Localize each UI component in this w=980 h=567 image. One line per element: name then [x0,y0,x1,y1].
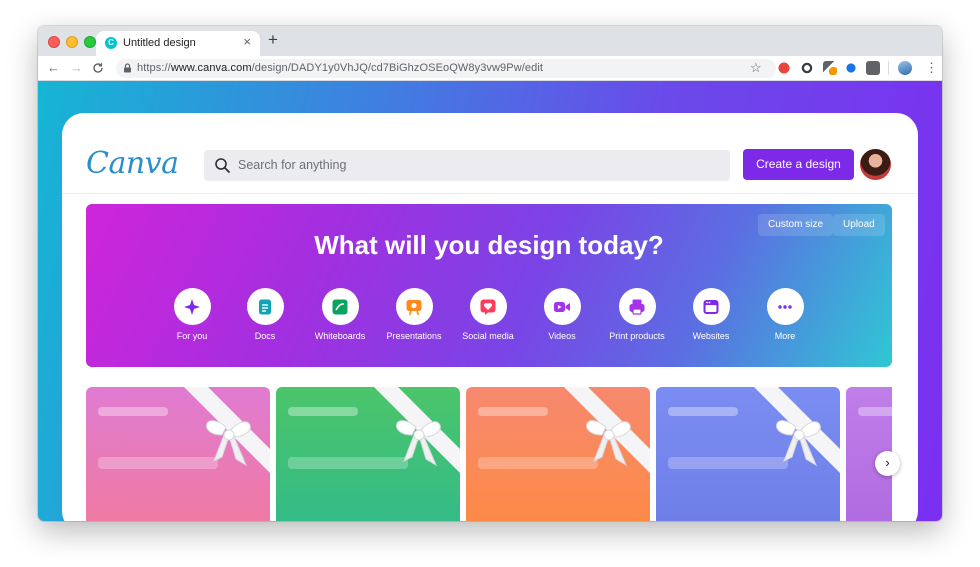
ext-tool-icon[interactable] [823,61,837,75]
category-for-you[interactable]: For you [152,288,232,341]
new-tab-button[interactable]: + [268,30,278,50]
hero-title: What will you design today? [314,230,664,260]
category-more[interactable]: More [745,288,825,341]
close-window-button[interactable] [48,36,60,48]
category-label: Social media [462,331,514,341]
category-circle [321,288,359,325]
category-circle [173,288,211,325]
canva-favicon-icon: C [105,37,117,49]
url-prefix: https:// [137,62,171,74]
close-tab-icon[interactable]: × [243,35,251,49]
video-icon [554,301,570,312]
search-input[interactable]: Search for anything [204,150,730,181]
template-tile[interactable] [656,387,840,521]
hero-banner: Custom size Upload What will you design … [86,204,892,367]
avatar[interactable] [860,149,891,180]
lock-icon [124,63,131,73]
browser-toolbar: ← → https://www.canva.com/design/DADY1y0… [38,56,942,81]
reload-icon [93,63,103,73]
template-tile[interactable] [276,387,460,521]
address-bar[interactable]: https://www.canva.com/design/DADY1y0VhJQ… [116,59,776,78]
category-circle [618,288,656,325]
toolbar-divider [888,61,889,75]
carousel-next-button[interactable]: › [875,451,900,476]
header-divider [62,193,918,194]
category-label: For you [176,331,208,341]
category-circle [543,288,581,325]
url-text[interactable]: https://www.canva.com/design/DADY1y0VhJQ… [137,62,543,74]
canva-logo[interactable]: Canva [86,146,179,181]
category-circle [692,288,730,325]
back-button[interactable]: ← [47,59,60,77]
ext-red-icon[interactable] [777,61,791,75]
category-whiteboards[interactable]: Whiteboards [300,288,380,341]
category-circle [766,288,804,325]
maximize-window-button[interactable] [84,36,96,48]
template-carousel [86,387,892,521]
browser-menu-icon[interactable]: ⋮ [925,59,938,77]
category-label: Websites [692,331,730,341]
more-dots-icon [778,304,792,309]
page-background: Canva Search for anything Create a desig… [38,81,942,521]
gift-ribbon-icon [564,387,650,473]
url-domain: www.canva.com [170,62,252,74]
category-presentations[interactable]: Presentations [374,288,454,341]
ext-profile-icon[interactable] [898,61,912,75]
category-print-products[interactable]: Print products [597,288,677,341]
category-label: Videos [548,331,576,341]
browser-window-icon [703,299,719,314]
category-label: More [774,331,796,341]
browser-tab[interactable]: C Untitled design × [96,31,260,56]
home-card: Canva Search for anything Create a desig… [62,113,918,521]
ext-chrome-icon[interactable] [800,61,814,75]
tile-placeholder-bar [858,407,892,416]
ext-gray-icon[interactable] [866,61,880,75]
category-social-media[interactable]: Social media [448,288,528,341]
category-circle [246,288,284,325]
gift-ribbon-icon [184,387,270,473]
category-websites[interactable]: Websites [671,288,751,341]
create-design-button[interactable]: Create a design [743,149,854,180]
screenshot-stage: C Untitled design × + ← → https://www.ca… [0,0,980,567]
category-label: Presentations [386,331,442,341]
category-label: Docs [254,331,276,341]
category-label: Whiteboards [314,331,366,341]
whiteboard-icon [332,299,348,314]
bookmark-star-icon[interactable]: ☆ [750,59,762,76]
category-docs[interactable]: Docs [225,288,305,341]
search-placeholder: Search for anything [238,158,347,172]
tab-strip: C Untitled design × + [38,26,942,56]
gift-ribbon-icon [754,387,840,473]
url-path: /design/DADY1y0VhJQ/cd7BiGhzOSEoQW8y3vw9… [251,62,544,74]
search-icon [215,158,230,173]
category-circle [395,288,433,325]
tab-title: Untitled design [123,37,196,49]
template-tile[interactable] [466,387,650,521]
doc-icon [259,299,271,314]
presentation-icon [406,299,422,315]
minimize-window-button[interactable] [66,36,78,48]
ext-blue-dot-icon[interactable] [844,61,858,75]
printer-icon [629,299,645,315]
template-tile[interactable] [86,387,270,521]
category-label: Print products [609,331,665,341]
browser-window: C Untitled design × + ← → https://www.ca… [38,26,942,521]
heart-icon [480,299,496,315]
forward-button[interactable]: → [70,59,83,77]
category-circle [469,288,507,325]
sparkle-icon [184,298,200,315]
category-videos[interactable]: Videos [522,288,602,341]
gift-ribbon-icon [374,387,460,473]
reload-button[interactable] [92,59,104,79]
